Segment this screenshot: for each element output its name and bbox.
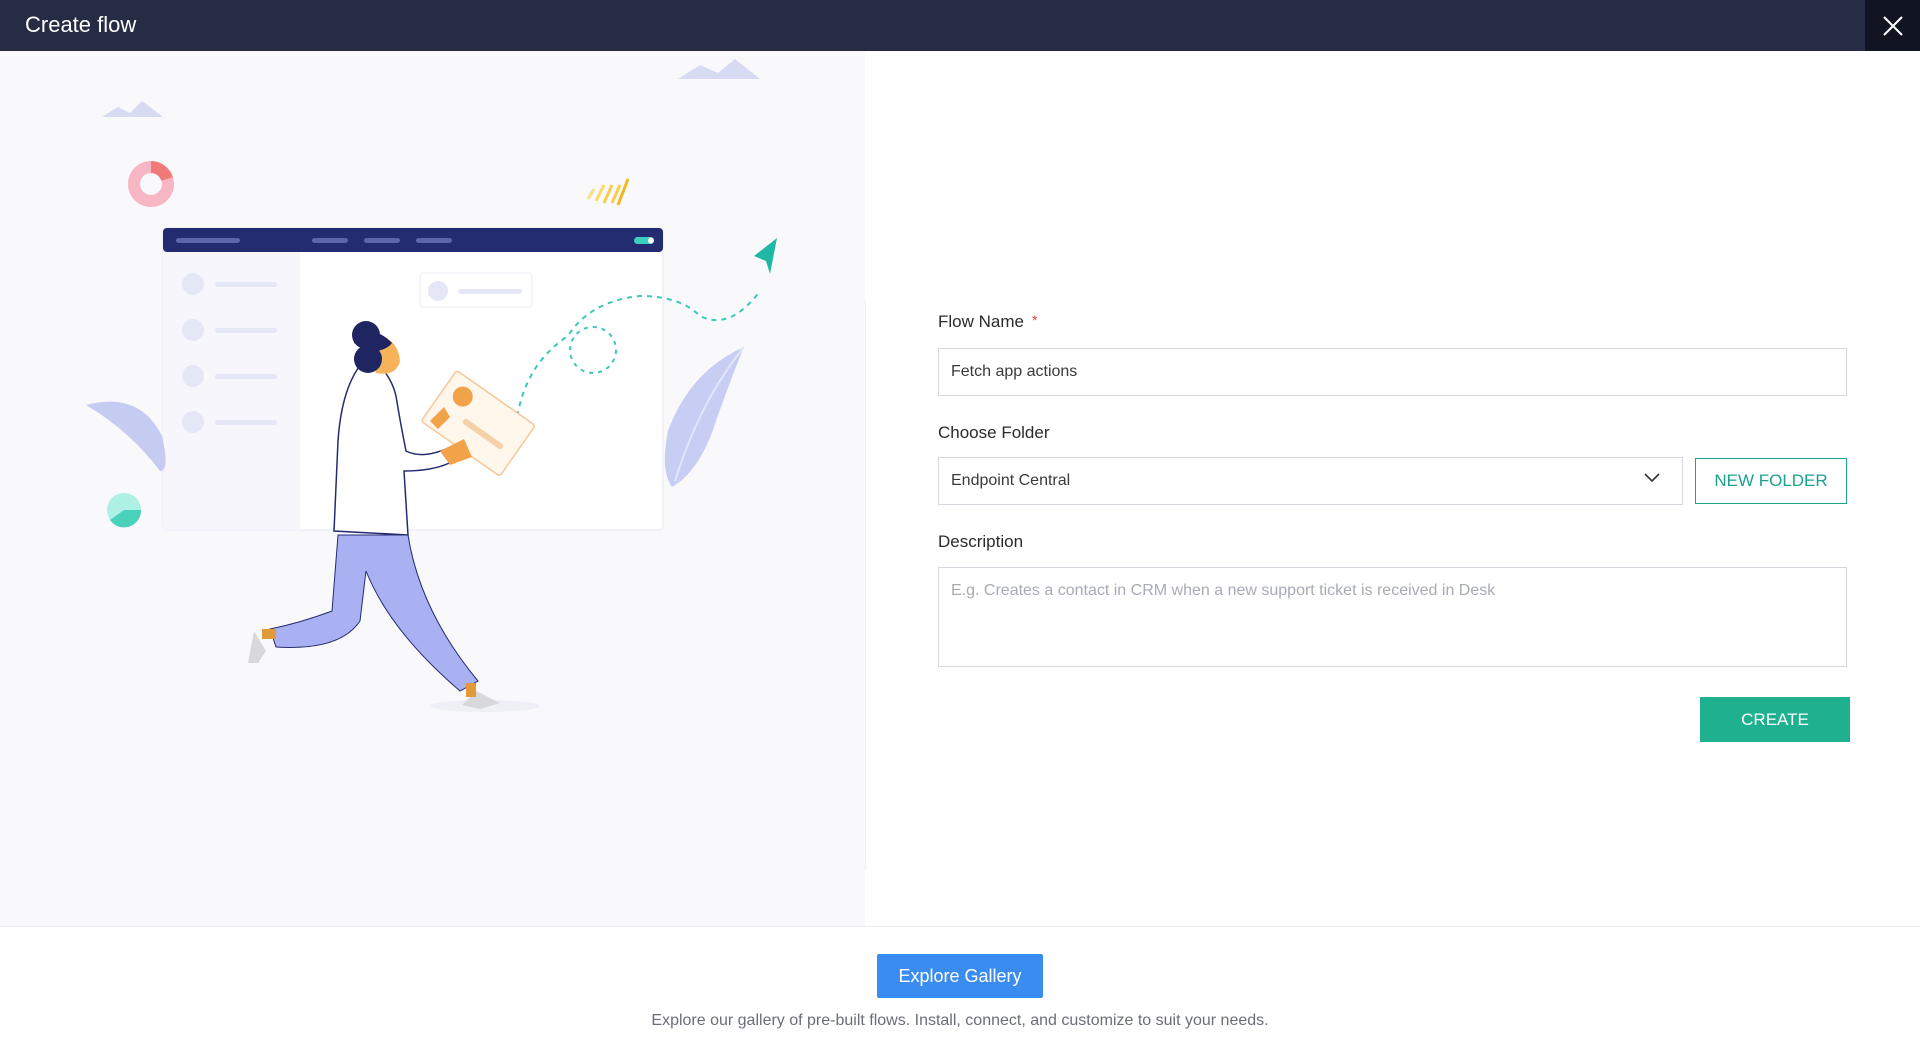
- folder-select[interactable]: Endpoint Central: [938, 457, 1683, 505]
- footer-description: Explore our gallery of pre-built flows. …: [651, 1012, 1269, 1029]
- description-placeholder: E.g. Creates a contact in CRM when a new…: [951, 582, 1496, 599]
- close-icon: [1882, 15, 1903, 36]
- explore-gallery-button[interactable]: Explore Gallery: [877, 954, 1043, 998]
- panel-divider: [865, 300, 866, 870]
- flow-name-input[interactable]: Fetch app actions: [938, 348, 1847, 396]
- folder-value: Endpoint Central: [951, 472, 1071, 489]
- page-title: Create flow: [25, 12, 137, 37]
- description-textarea[interactable]: E.g. Creates a contact in CRM when a new…: [938, 567, 1847, 667]
- header-bar: Create flow: [0, 0, 1920, 51]
- illustration-icon: [86, 59, 777, 712]
- flow-name-value: Fetch app actions: [951, 363, 1078, 380]
- create-button[interactable]: CREATE: [1700, 697, 1850, 742]
- close-button[interactable]: [1865, 0, 1920, 51]
- folder-label: Choose Folder: [938, 423, 1050, 442]
- chevron-down-icon: [1644, 473, 1660, 483]
- footer: Explore Gallery Explore our gallery of p…: [0, 926, 1920, 1042]
- description-label: Description: [938, 532, 1024, 551]
- flow-name-label: Flow Name *: [938, 312, 1038, 331]
- illustration-panel: [0, 51, 865, 926]
- required-marker: *: [1031, 312, 1038, 328]
- new-folder-button[interactable]: NEW FOLDER: [1695, 458, 1847, 504]
